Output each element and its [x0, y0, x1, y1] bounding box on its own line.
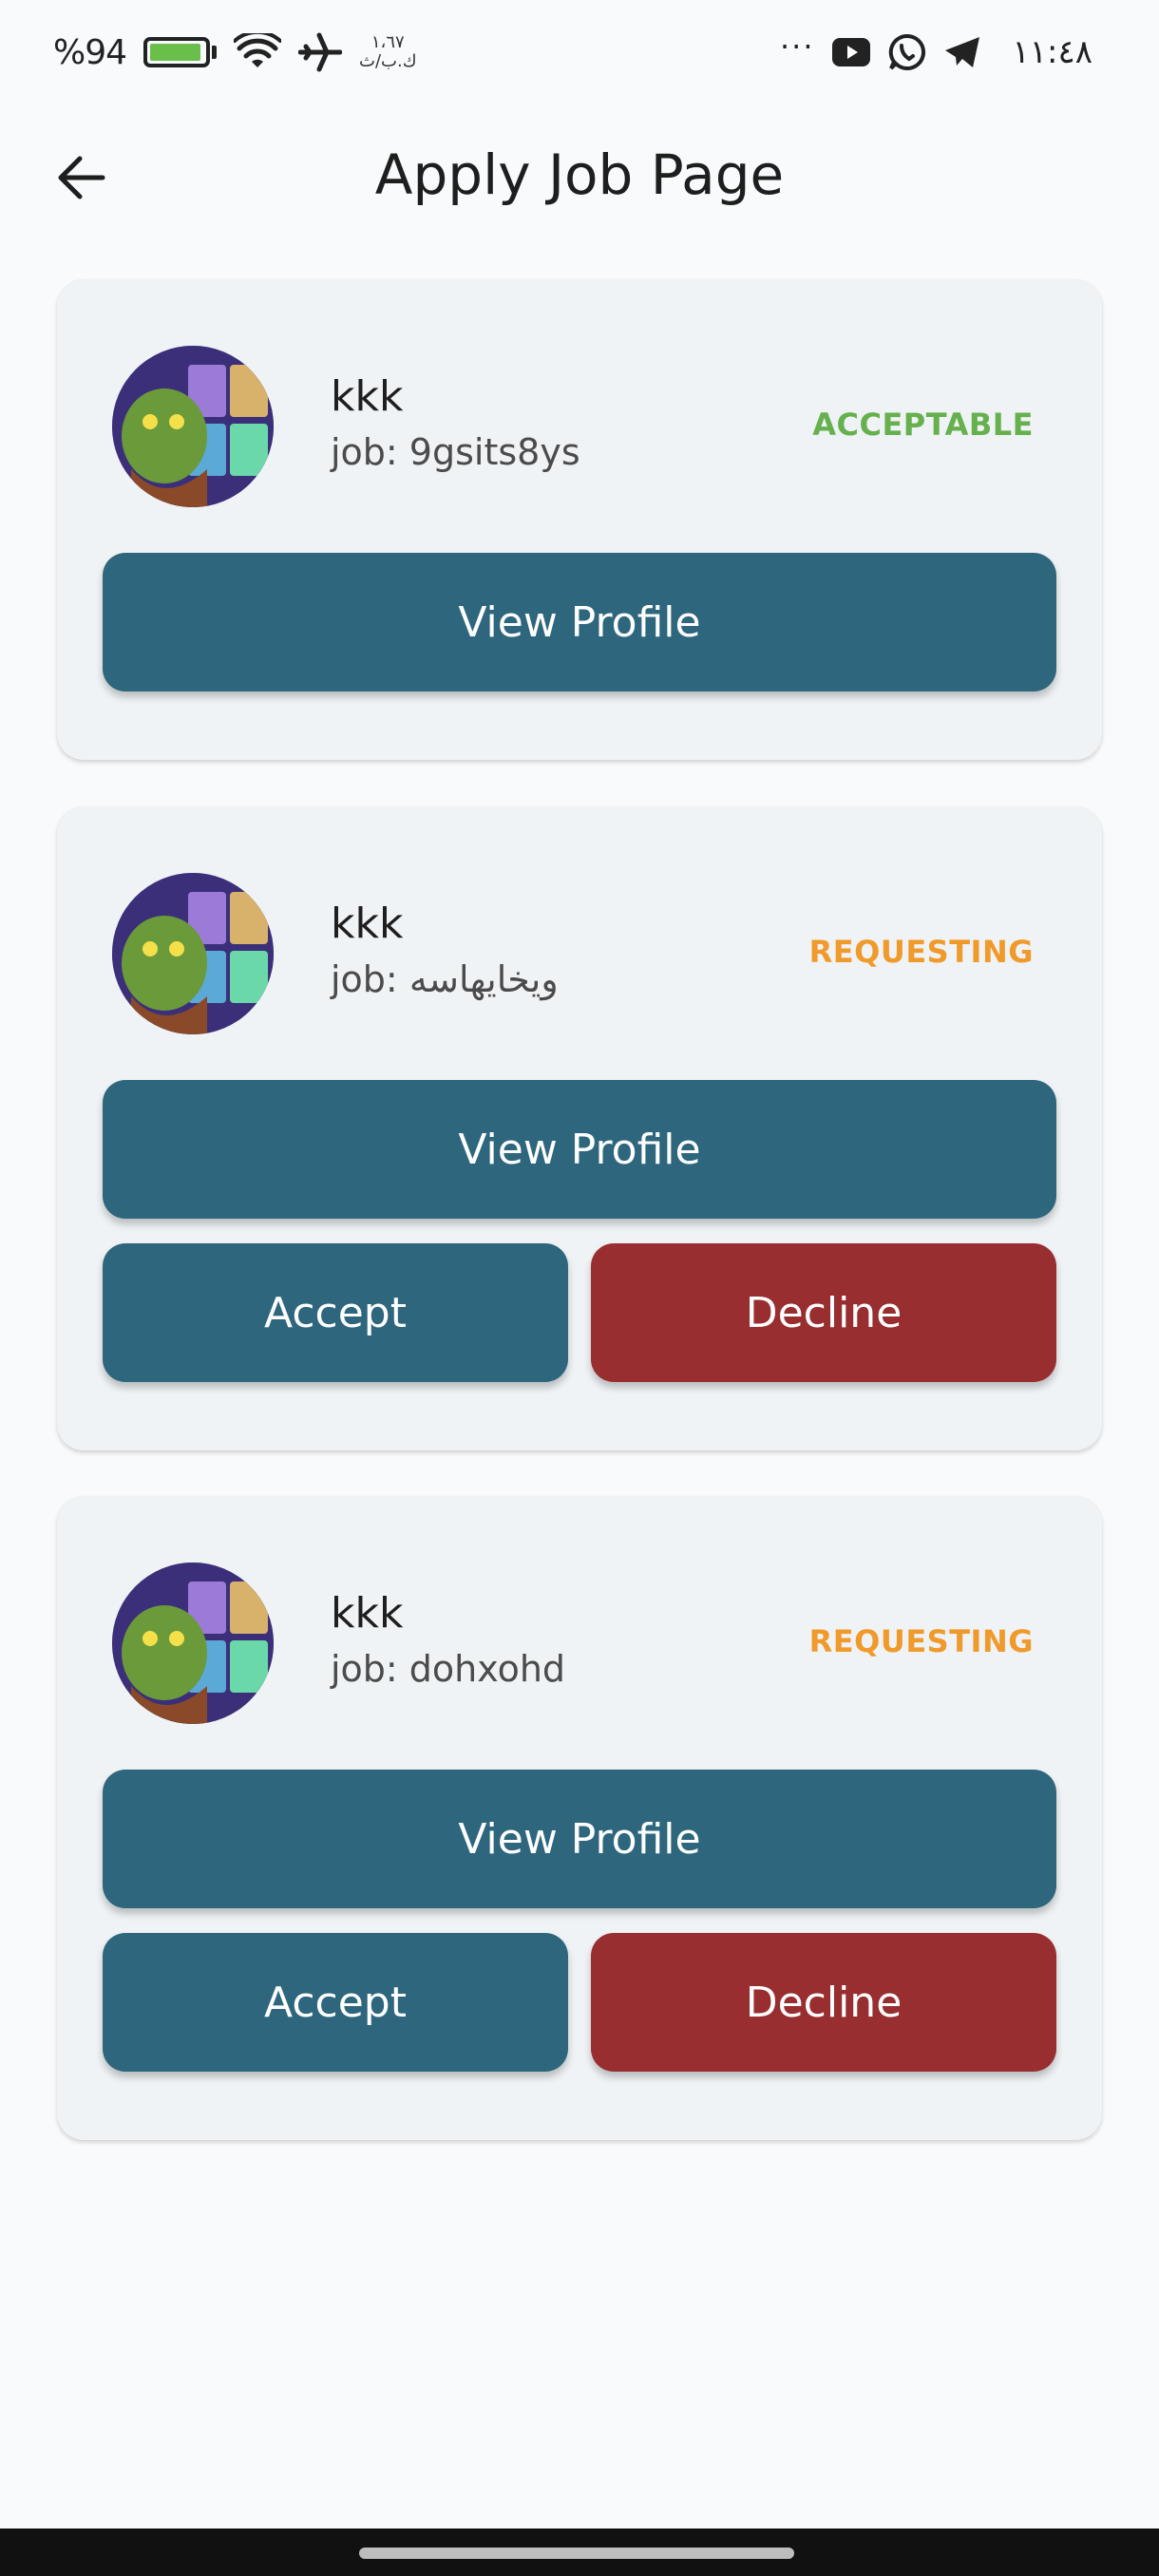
applicant-name: kkk [331, 372, 404, 421]
wifi-icon [234, 33, 282, 71]
application-card: kkk job: 9gsits8ys ACCEPTABLE View Profi… [57, 279, 1102, 760]
airplane-icon [298, 31, 343, 73]
youtube-icon [831, 36, 871, 68]
status-left: %94 ١،٦٧ ك.ب/ث [53, 31, 417, 73]
job-title: job: 9gsits8ys [331, 431, 580, 473]
avatar [112, 873, 274, 1034]
avatar [112, 346, 274, 507]
system-navigation-bar [0, 2529, 1159, 2576]
application-card: kkk job: ويخايهاسه REQUESTING View Profi… [57, 806, 1102, 1450]
whatsapp-icon [888, 33, 926, 71]
avatar [112, 1563, 274, 1724]
overflow-dots: ··· [779, 28, 815, 65]
accept-button[interactable]: Accept [103, 1243, 568, 1382]
network-speed: ١،٦٧ ك.ب/ث [359, 33, 417, 71]
view-profile-button[interactable]: View Profile [103, 1770, 1056, 1908]
applicant-name: kkk [331, 1589, 404, 1638]
network-speed-value: ١،٦٧ [370, 32, 405, 52]
decline-button[interactable]: Decline [591, 1933, 1056, 2072]
job-title: job: ويخايهاسه [331, 958, 559, 1000]
status-badge: REQUESTING [808, 1623, 1034, 1659]
status-badge: REQUESTING [808, 934, 1034, 970]
job-title: job: dohxohd [331, 1648, 566, 1690]
battery-charging-icon [143, 37, 218, 67]
decline-button[interactable]: Decline [591, 1243, 1056, 1382]
application-card: kkk job: dohxohd REQUESTING View Profile… [57, 1496, 1102, 2140]
home-indicator[interactable] [359, 2548, 794, 2559]
view-profile-button[interactable]: View Profile [103, 1080, 1056, 1219]
screen: %94 ١،٦٧ ك.ب/ث ··· ١١:٤٨ Apply Job Page … [0, 0, 1159, 2576]
telegram-icon [943, 34, 981, 70]
status-badge: ACCEPTABLE [812, 407, 1034, 443]
app-bar: Apply Job Page [0, 123, 1159, 228]
view-profile-button[interactable]: View Profile [103, 553, 1056, 691]
status-bar: %94 ١،٦٧ ك.ب/ث ··· ١١:٤٨ [0, 0, 1159, 104]
applicant-name: kkk [331, 900, 404, 948]
status-right: ··· ١١:٤٨ [780, 28, 1092, 71]
battery-percent: %94 [53, 32, 127, 72]
page-title: Apply Job Page [374, 142, 785, 207]
network-speed-unit: ك.ب/ث [359, 51, 417, 71]
accept-button[interactable]: Accept [103, 1933, 568, 2072]
clock: ١١:٤٨ [1012, 33, 1092, 71]
